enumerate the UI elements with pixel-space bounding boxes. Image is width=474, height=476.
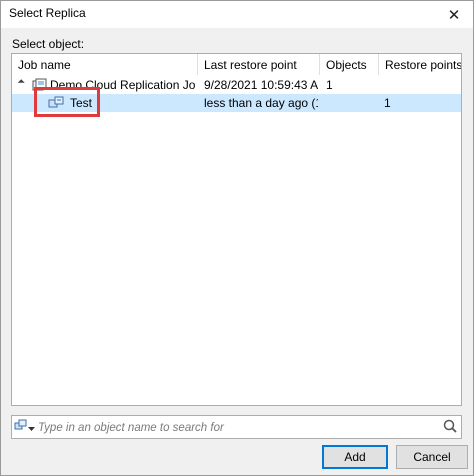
last-restore-point-cell: 9/28/2021 10:59:43 AM [204, 78, 318, 92]
column-header-last-restore-point[interactable]: Last restore point [198, 54, 320, 75]
object-type-icon [14, 419, 28, 436]
column-header-restore-points[interactable]: Restore points [379, 54, 461, 75]
objects-cell: 1 [326, 78, 333, 92]
replication-job-icon [32, 78, 48, 92]
search-bar [11, 415, 462, 439]
restore-points-cell: 1 [384, 96, 391, 110]
collapse-arrow-icon[interactable] [17, 79, 25, 87]
window-title: Select Replica [9, 6, 86, 20]
column-header-objects[interactable]: Objects [320, 54, 379, 75]
column-header-row: Job name Last restore point Objects Rest… [12, 54, 461, 75]
vm-replica-icon [48, 96, 64, 110]
job-name-cell: Demo Cloud Replication Job [50, 78, 196, 92]
cancel-button[interactable]: Cancel [396, 445, 468, 469]
table-row[interactable]: Test less than a day ago (1... 1 [12, 94, 461, 112]
close-icon: ✕ [447, 6, 461, 24]
column-header-job-name[interactable]: Job name [12, 54, 198, 75]
add-button[interactable]: Add [322, 445, 388, 469]
chevron-down-icon [28, 421, 35, 435]
search-icon [443, 419, 457, 436]
last-restore-point-cell: less than a day ago (1... [204, 96, 318, 110]
object-tree-list[interactable]: Job name Last restore point Objects Rest… [11, 53, 462, 406]
select-object-label: Select object: [12, 37, 85, 51]
search-button[interactable] [439, 416, 461, 438]
title-bar: Select Replica ✕ [1, 1, 473, 28]
job-name-cell: Test [70, 96, 93, 110]
object-type-selector[interactable] [14, 419, 36, 436]
search-input[interactable] [38, 419, 434, 436]
close-button[interactable]: ✕ [435, 1, 473, 28]
table-row[interactable]: Demo Cloud Replication Job 9/28/2021 10:… [12, 76, 461, 94]
select-replica-dialog: Select Replica ✕ Select object: Job name… [0, 0, 474, 476]
